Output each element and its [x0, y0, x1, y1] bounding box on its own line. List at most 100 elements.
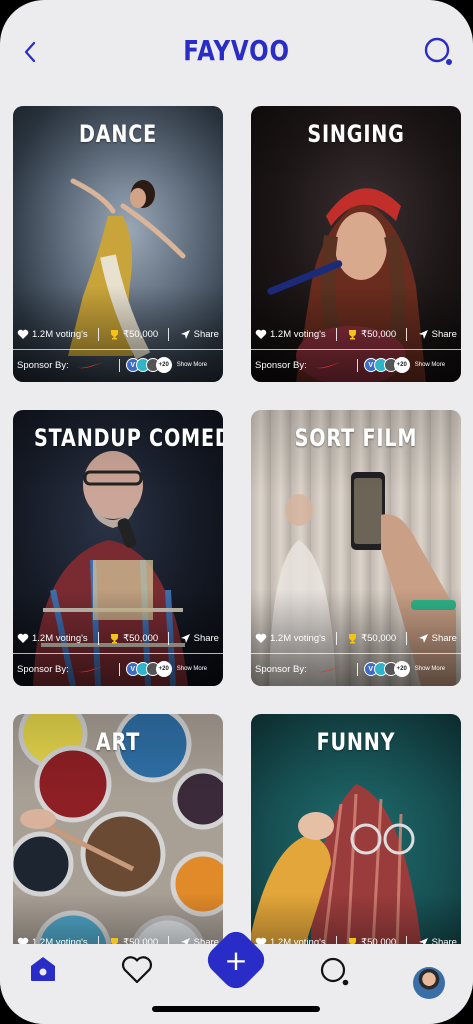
card-divider [13, 653, 223, 654]
search-icon [424, 37, 452, 65]
votes-count: 1.2M voting's [32, 632, 88, 644]
votes-heart-icon [17, 329, 29, 339]
sponsor-logo-swoosh [76, 666, 103, 673]
divider [118, 358, 120, 372]
sponsor-logo-swoosh [314, 666, 341, 673]
more-sponsors-count: +20 [393, 357, 410, 373]
share-button[interactable]: Share [180, 329, 219, 340]
category-card-singing[interactable]: SINGING 1.2M voting's ₹50,000 Share Spon… [251, 106, 461, 382]
show-more-link[interactable]: Show More [415, 362, 445, 368]
trophy-icon [349, 329, 357, 339]
card-stats: 1.2M voting's ₹50,000 Share [251, 628, 461, 648]
show-more-link[interactable]: Show More [177, 666, 207, 672]
prize-amount: ₹50,000 [123, 632, 159, 644]
prize-amount: ₹50,000 [361, 632, 397, 644]
sponsor-logos: V +20 [125, 357, 172, 373]
category-card-art[interactable]: ART 1.2M voting's ₹50,000 Share [13, 714, 223, 951]
trophy-icon [349, 633, 357, 643]
send-icon [180, 633, 190, 643]
card-divider [251, 653, 461, 654]
heart-icon [121, 956, 153, 984]
divider [335, 327, 337, 341]
sponsor-logos: V +20 [363, 357, 410, 373]
share-button[interactable]: Share [180, 633, 219, 644]
share-button[interactable]: Share [418, 633, 457, 644]
prize-stat: ₹50,000 [347, 329, 396, 340]
nav-search[interactable] [318, 955, 352, 994]
nav-home[interactable] [28, 954, 58, 989]
category-card-funny[interactable]: FUNNY 1.2M voting's ₹50,000 Share [251, 714, 461, 951]
card-title: DANCE [78, 120, 158, 148]
share-label: Share [193, 328, 219, 340]
divider [168, 327, 170, 341]
show-more-link[interactable]: Show More [415, 666, 445, 672]
sponsor-row: Sponsor By: V +20 Show More [13, 354, 223, 376]
chevron-left-icon [24, 41, 36, 63]
trophy-icon [111, 633, 119, 643]
share-label: Share [193, 632, 219, 644]
home-indicator [152, 1006, 320, 1012]
back-button[interactable] [18, 38, 42, 66]
sponsor-label: Sponsor By: [17, 663, 69, 675]
divider [356, 358, 358, 372]
divider [356, 662, 358, 676]
category-card-standup-comedy[interactable]: STANDUP COMEDY 1.2M voting's ₹50,000 Sha… [13, 410, 223, 686]
sponsor-row: Sponsor By: V +20 Show More [251, 354, 461, 376]
card-title: ART [95, 728, 141, 756]
card-stats: 1.2M voting's ₹50,000 Share [13, 324, 223, 344]
votes-count: 1.2M voting's [270, 328, 326, 340]
card-title: FUNNY [316, 728, 396, 756]
sponsor-row: Sponsor By: V +20 Show More [13, 658, 223, 680]
sponsor-logos: V +20 [125, 661, 172, 677]
sponsor-label: Sponsor By: [255, 359, 307, 371]
trophy-icon [111, 329, 119, 339]
category-card-dance[interactable]: DANCE 1.2M voting's ₹50,000 Share Sponso… [13, 106, 223, 382]
prize-amount: ₹50,000 [361, 328, 397, 340]
votes-heart-icon [255, 633, 267, 643]
card-title: STANDUP COMEDY [34, 424, 223, 452]
divider [97, 631, 99, 645]
app-title: FAYVOO [183, 34, 290, 67]
share-label: Share [431, 328, 457, 340]
share-label: Share [431, 632, 457, 644]
add-icon: + [224, 943, 248, 977]
home-icon [31, 957, 55, 981]
profile-avatar[interactable] [413, 967, 445, 999]
divider [168, 631, 170, 645]
search-button[interactable] [423, 36, 455, 68]
votes-count: 1.2M voting's [32, 328, 88, 340]
card-divider [13, 349, 223, 350]
sponsor-logos: V +20 [363, 661, 410, 677]
votes-count: 1.2M voting's [270, 632, 326, 644]
votes-stat: 1.2M voting's [255, 329, 326, 340]
card-stats: 1.2M voting's ₹50,000 Share [13, 628, 223, 648]
category-card-sort-film[interactable]: SORT FILM 1.2M voting's ₹50,000 Share Sp… [251, 410, 461, 686]
card-divider [251, 349, 461, 350]
votes-stat: 1.2M voting's [255, 633, 326, 644]
prize-amount: ₹50,000 [123, 328, 159, 340]
more-sponsors-count: +20 [155, 661, 172, 677]
prize-stat: ₹50,000 [109, 329, 158, 340]
send-icon [418, 329, 428, 339]
more-sponsors-count: +20 [393, 661, 410, 677]
card-title: SINGING [307, 120, 405, 148]
category-grid: DANCE 1.2M voting's ₹50,000 Share Sponso… [13, 106, 461, 951]
app-screen: FAYVOO DANCE 1.2M voting's ₹50,000 Share… [0, 0, 473, 1024]
divider [406, 327, 408, 341]
card-title: SORT FILM [294, 424, 418, 452]
app-header: FAYVOO [0, 0, 473, 100]
votes-stat: 1.2M voting's [17, 633, 88, 644]
search-icon [320, 957, 349, 986]
nav-favorites[interactable] [120, 955, 154, 990]
votes-heart-icon [255, 329, 267, 339]
send-icon [418, 633, 428, 643]
sponsor-label: Sponsor By: [255, 663, 307, 675]
sponsor-label: Sponsor By: [17, 359, 69, 371]
divider [335, 631, 337, 645]
share-button[interactable]: Share [418, 329, 457, 340]
votes-stat: 1.2M voting's [17, 329, 88, 340]
show-more-link[interactable]: Show More [177, 362, 207, 368]
divider [118, 662, 120, 676]
more-sponsors-count: +20 [155, 357, 172, 373]
divider [406, 631, 408, 645]
